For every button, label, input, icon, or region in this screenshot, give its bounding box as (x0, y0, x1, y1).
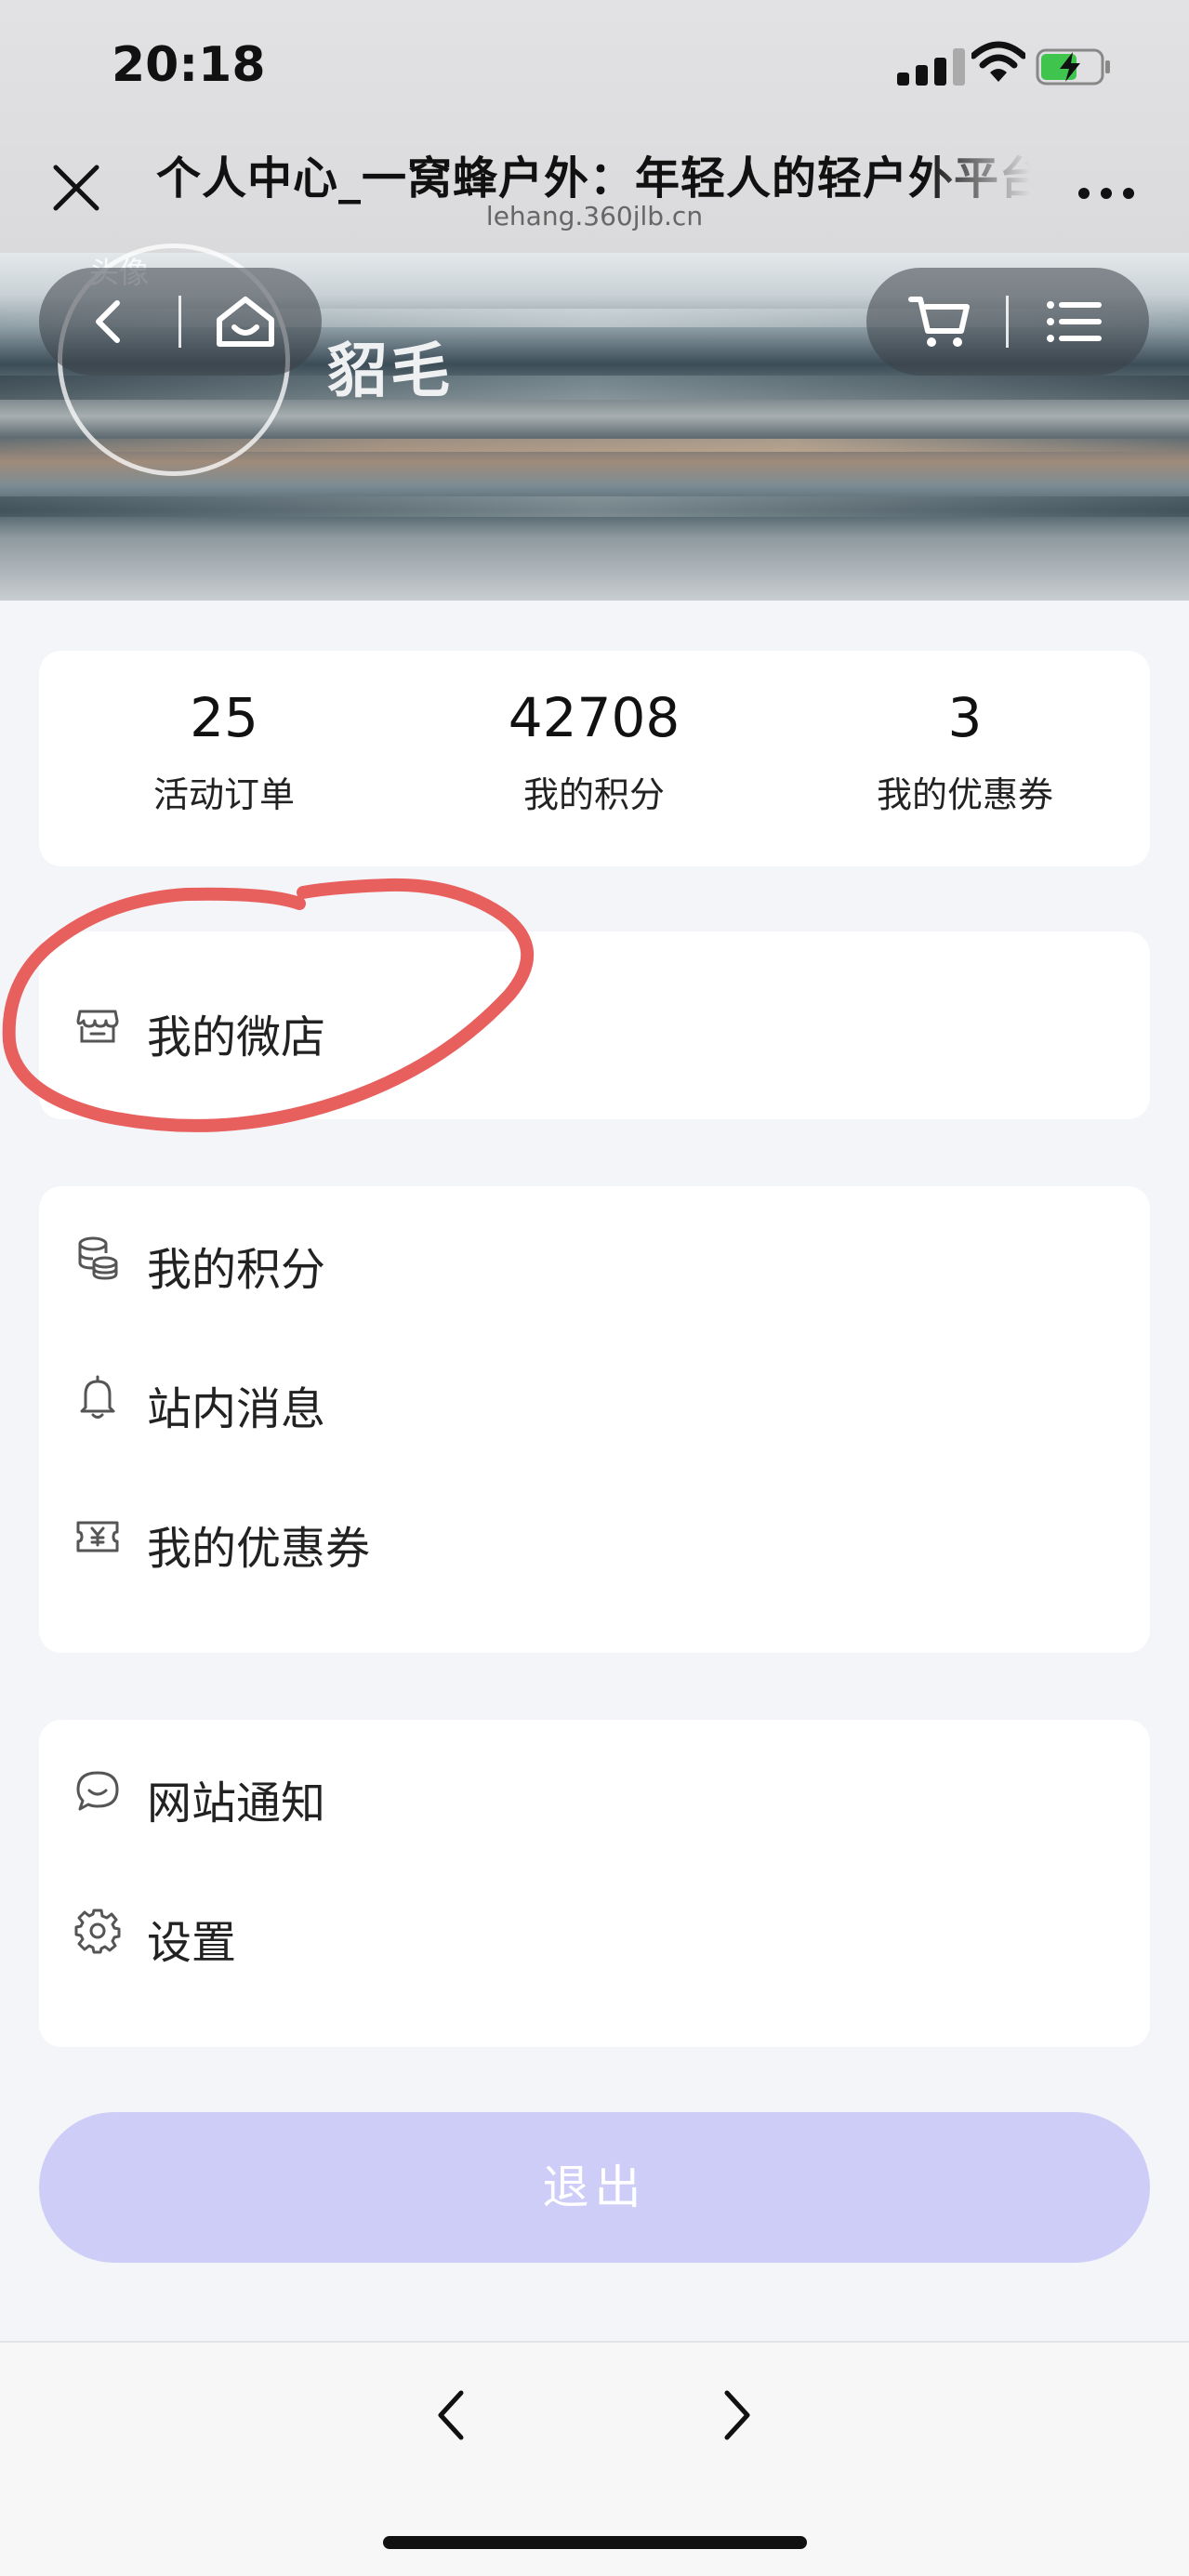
menu-item-coupons[interactable]: 我的优惠券 (39, 1467, 1150, 1606)
stat-label: 我的优惠券 (876, 774, 1053, 815)
menu-label: 设置 (147, 1917, 237, 1969)
page-url: lehang.360jlb.cn (485, 201, 704, 231)
status-time: 20:18 (112, 37, 266, 93)
menu-label: 网站通知 (147, 1777, 326, 1830)
stat-value: 42708 (508, 686, 680, 749)
stat-points[interactable]: 42708 我的积分 (409, 686, 779, 817)
cart-icon[interactable] (907, 292, 970, 351)
menu-item-notices[interactable]: 网站通知 (39, 1722, 1150, 1861)
stat-value: 25 (190, 686, 258, 749)
stat-coupons[interactable]: 3 我的优惠券 (780, 686, 1150, 817)
stats-card: 25 活动订单 42708 我的积分 3 我的优惠券 (39, 651, 1150, 866)
gear-icon (74, 1908, 121, 1954)
back-icon[interactable] (80, 292, 139, 351)
menu-label: 站内消息 (147, 1383, 326, 1435)
stat-label: 活动订单 (152, 774, 295, 815)
menu-item-settings[interactable]: 设置 (39, 1861, 1150, 2001)
account-menu-card: 我的积分 站内消息 我的优惠券 (39, 1186, 1150, 1653)
home-icon[interactable] (212, 292, 274, 351)
menu-icon[interactable] (1043, 292, 1103, 351)
signal-icon (897, 46, 968, 86)
logout-button[interactable]: 退出 (39, 2112, 1150, 2263)
battery-charging-icon (1036, 48, 1112, 86)
chevron-left-icon[interactable] (429, 2387, 476, 2443)
stat-label: 我的积分 (522, 774, 665, 815)
chevron-right-icon[interactable] (712, 2387, 759, 2443)
username: 貂毛 (327, 337, 454, 406)
home-indicator[interactable] (383, 2536, 807, 2549)
chat-bubble-icon (74, 1768, 121, 1815)
wifi-icon (971, 41, 1025, 84)
page-title: 个人中心_一窝蜂户外：年轻人的轻户外平台 (156, 152, 1030, 205)
stat-activity-orders[interactable]: 25 活动订单 (39, 686, 409, 817)
site-menu-card: 网站通知 设置 (39, 1720, 1150, 2047)
menu-label: 我的优惠券 (147, 1523, 371, 1575)
nav-capsule-right (866, 268, 1149, 376)
menu-item-points[interactable]: 我的积分 (39, 1188, 1150, 1328)
coupon-icon (74, 1513, 121, 1560)
stat-value: 3 (947, 686, 983, 749)
more-icon[interactable] (1078, 182, 1136, 201)
coins-icon (74, 1235, 121, 1281)
highlight-circle-annotation (0, 855, 558, 1190)
menu-label: 我的积分 (147, 1244, 326, 1296)
nav-capsule-left (39, 268, 322, 376)
bell-icon (74, 1374, 121, 1420)
menu-item-messages[interactable]: 站内消息 (39, 1328, 1150, 1467)
